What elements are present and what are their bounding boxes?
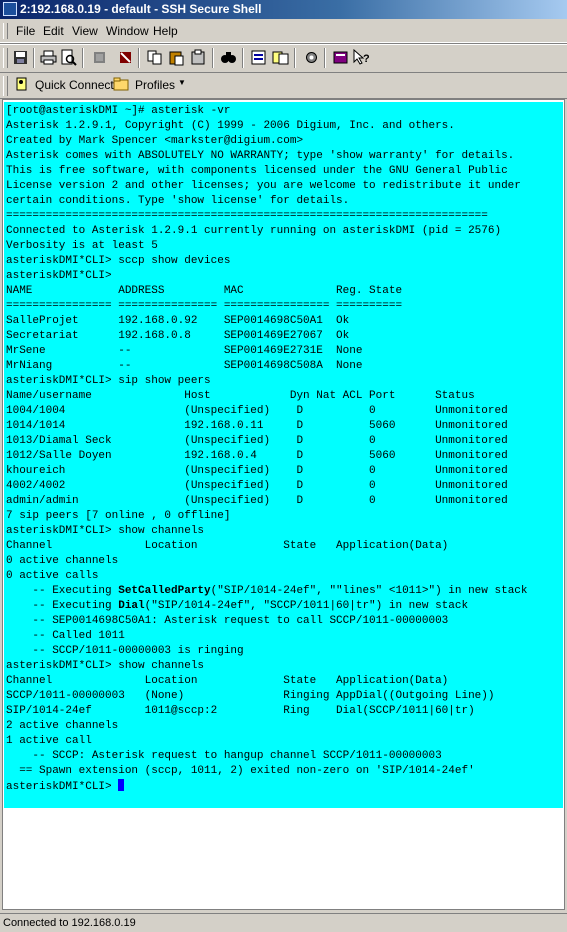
terminal-line: ================ =============== =======… (6, 300, 403, 312)
terminal-line: -- Executing Dial("SIP/1014-24ef", "SCCP… (6, 600, 469, 612)
toolbar-separator (138, 48, 140, 68)
terminal-line: Connected to Asterisk 1.2.9.1 currently … (6, 225, 502, 237)
toolbar-separator (33, 48, 35, 68)
print-icon[interactable] (40, 49, 57, 66)
terminal-line: asteriskDMI*CLI> (6, 270, 112, 282)
toolbar-separator (82, 48, 84, 68)
terminal-output[interactable]: [root@asteriskDMI ~]# asterisk -vr Aster… (4, 102, 563, 795)
terminal-line: Secretariat 192.168.0.8 SEP001469E27067 … (6, 330, 350, 342)
terminal-line: Name/username Host Dyn Nat ACL Port Stat… (6, 390, 475, 402)
terminal-line: Created by Mark Spencer <markster@digium… (6, 135, 304, 147)
terminal-line: Channel Location State Application(Data) (6, 675, 449, 687)
terminal-line: MrSene -- SEP001469E2731E None (6, 345, 363, 357)
copy-icon[interactable] (146, 49, 163, 66)
terminal-line: 4002/4002 (Unspecified) D 0 Unmonitored (6, 480, 508, 492)
terminal-line: 1012/Salle Doyen 192.168.0.4 D 5060 Unmo… (6, 450, 508, 462)
terminal-line: Asterisk 1.2.9.1, Copyright (C) 1999 - 2… (6, 120, 455, 132)
terminal-line: Asterisk comes with ABSOLUTELY NO WARRAN… (6, 150, 515, 162)
terminal-line: -- Called 1011 (6, 630, 125, 642)
terminal-line: Verbosity is at least 5 (6, 240, 158, 252)
terminal-line: asteriskDMI*CLI> show channels (6, 660, 205, 672)
terminal-line: This is free software, with components l… (6, 165, 508, 177)
menu-window[interactable]: Window (106, 24, 149, 38)
help-pointer-icon[interactable]: ? (352, 49, 369, 66)
terminal-line: 2 active channels (6, 720, 119, 732)
status-bar: Connected to 192.168.0.19 (0, 913, 567, 932)
menu-file[interactable]: File (16, 24, 35, 38)
quick-connect-icon (16, 77, 27, 91)
toolbar: ? (0, 43, 567, 73)
terminal-line: MrNiang -- SEP0014698C508A None (6, 360, 363, 372)
terminal-line: 0 active calls (6, 570, 99, 582)
paste-icon[interactable] (168, 49, 185, 66)
settings-icon[interactable] (250, 49, 267, 66)
disconnect-icon[interactable] (91, 49, 108, 66)
toolbar-separator (212, 48, 214, 68)
terminal-line: -- Executing SetCalledParty("SIP/1014-24… (6, 585, 528, 597)
help-book-icon[interactable] (332, 49, 349, 66)
toolbar-separator (242, 48, 244, 68)
terminal-line: asteriskDMI*CLI> show channels (6, 525, 205, 537)
terminal-line: NAME ADDRESS MAC Reg. State (6, 285, 403, 297)
toolbar-separator (324, 48, 326, 68)
terminal-line: khoureich (Unspecified) D 0 Unmonitored (6, 465, 508, 477)
window-title: 2:192.168.0.19 - default - SSH Secure Sh… (20, 2, 262, 16)
terminal-line: 1 active call (6, 735, 92, 747)
find-icon[interactable] (220, 49, 237, 66)
quick-connect-label: Quick Connect (35, 78, 114, 92)
folder-icon (113, 77, 129, 91)
terminal-line: 1013/Diamal Seck (Unspecified) D 0 Unmon… (6, 435, 508, 447)
terminal-line: asteriskDMI*CLI> sip show peers (6, 375, 211, 387)
paste-special-icon[interactable] (190, 49, 207, 66)
print-preview-icon[interactable] (60, 49, 77, 66)
profiles-label: Profiles (135, 78, 176, 92)
terminal-cursor (118, 779, 125, 791)
terminal-line: certain conditions. Type 'show license' … (6, 195, 350, 207)
terminal-line: SalleProjet 192.168.0.92 SEP0014698C50A1… (6, 315, 350, 327)
terminal-line: License version 2 and other licenses; yo… (6, 180, 521, 192)
terminal-line: -- SEP0014698C50A1: Asterisk request to … (6, 615, 449, 627)
terminal-line: 7 sip peers [7 online , 0 offline] (6, 510, 231, 522)
menu-grip[interactable] (3, 23, 8, 39)
terminal-line: 0 active channels (6, 555, 119, 567)
terminal-line: Channel Location State Application(Data) (6, 540, 449, 552)
quickbar-grip[interactable] (3, 76, 8, 96)
file-transfer-icon[interactable] (272, 49, 289, 66)
terminal-line: admin/admin (Unspecified) D 0 Unmonitore… (6, 495, 508, 507)
menu-edit[interactable]: Edit (43, 24, 64, 38)
gear-icon[interactable] (303, 49, 320, 66)
terminal-line: -- SCCP: Asterisk request to hangup chan… (6, 750, 442, 762)
toolbar-grip[interactable] (3, 48, 8, 68)
terminal-line: ========================================… (6, 210, 488, 222)
terminal-line: [root@asteriskDMI ~]# asterisk -vr (6, 105, 231, 117)
terminal-line: == Spawn extension (sccp, 1011, 2) exite… (6, 765, 475, 777)
terminal-line: asteriskDMI*CLI> sccp show devices (6, 255, 231, 267)
terminal-line: -- SCCP/1011-00000003 is ringing (6, 645, 244, 657)
svg-text:?: ? (363, 53, 369, 65)
menu-view[interactable]: View (72, 24, 98, 38)
terminal-line: 1014/1014 192.168.0.11 D 5060 Unmonitore… (6, 420, 508, 432)
terminal-line: SCCP/1011-00000003 (None) Ringing AppDia… (6, 690, 495, 702)
quick-connect-bar: Quick Connect Profiles ▼ (0, 72, 567, 99)
save-icon[interactable] (12, 49, 29, 66)
chevron-down-icon: ▼ (178, 78, 186, 87)
terminal-console[interactable]: [root@asteriskDMI ~]# asterisk -vr Aster… (4, 102, 563, 808)
terminal-line: SIP/1014-24ef 1011@sccp:2 Ring Dial(SCCP… (6, 705, 475, 717)
title-bar[interactable]: 2:192.168.0.19 - default - SSH Secure Sh… (0, 0, 567, 19)
menu-help[interactable]: Help (153, 24, 178, 38)
terminal-line: asteriskDMI*CLI> (6, 781, 119, 793)
delete-icon[interactable] (117, 49, 134, 66)
connection-status: Connected to 192.168.0.19 (3, 917, 136, 929)
toolbar-separator (294, 48, 296, 68)
terminal-line: 1004/1004 (Unspecified) D 0 Unmonitored (6, 405, 508, 417)
menu-bar: File Edit View Window Help (0, 20, 567, 43)
ssh-app-icon (3, 2, 17, 16)
